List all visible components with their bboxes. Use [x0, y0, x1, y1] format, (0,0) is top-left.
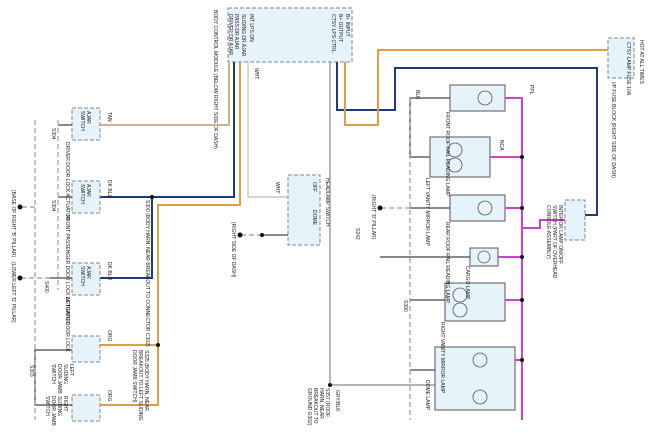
switch-label: DRIVER DOOR LOCK ACTUATOR: [64, 142, 70, 221]
lamp-label: DOME LAMP: [424, 380, 430, 411]
front-reading-lamp: [449, 84, 506, 112]
wire-label: BLK: [414, 90, 420, 100]
bcm-pin: INT LPS ON: [248, 14, 254, 42]
lamp-label: RIGHT VANITY MIRROR LAMP: [439, 322, 445, 394]
wire-org: [100, 62, 241, 406]
ground-label: (RIGHT 'D' PILLAR): [370, 195, 376, 240]
splice-label-s304: S304: [50, 200, 56, 212]
right-vanity-lamp: [444, 282, 506, 322]
splice-label-s357: S357 (ROOF HARN, NEAR BREAKOUT TO GROUND…: [306, 388, 330, 426]
off-label: OFF: [311, 182, 317, 192]
headlamp-wire-label: WHT: [274, 182, 280, 193]
wire-label: TAN: [106, 112, 112, 122]
splice-label: S390: [402, 300, 408, 312]
splice-label: S300 (BODY HARN, NEAR BREAKOUT TO CONNEC…: [144, 200, 150, 347]
wire-label: DK BLU: [106, 262, 112, 280]
wire-label: ORG: [106, 390, 112, 402]
ajar-switch-label: AJAR SWITCH: [79, 266, 91, 286]
splice-label-s304: S304: [50, 128, 56, 140]
dome-label: DOME: [311, 210, 317, 226]
ground-label: (LOWER LEFT 'D' PILLAR): [10, 262, 16, 323]
rear-reading-lamp: [449, 194, 506, 222]
ground-label: (BASE OF RIGHT 'B' PILLAR): [10, 190, 16, 257]
bcm-pin: B+ INPUT: [344, 14, 350, 37]
splice-s357: [328, 383, 332, 387]
ground-g300: [237, 232, 243, 238]
bcm-pin: SLIDING DR AJAR: [240, 14, 246, 57]
splice-label-s325: S325 (BODY HARN, NEAR BREAKOUT TO LEFT S…: [131, 350, 149, 421]
splice-label-s400: S400: [43, 281, 49, 293]
switch-label: LEFT SLIDING DOOR JAMB SWITCH: [50, 364, 74, 394]
wire-label: GRY/BLK: [334, 390, 340, 412]
switch-label: LIFTGATE DOOR LOCK: [64, 297, 70, 353]
ground-g302: [17, 204, 23, 210]
wire-label: DK BLU: [106, 180, 112, 198]
hot-label: HOT AT ALL TIMES: [638, 40, 644, 85]
lamp-ground-dashed: [380, 98, 411, 420]
wire-label: PPL: [528, 85, 534, 95]
lamp-label: CARGO LAMP: [464, 266, 470, 300]
ground-g302b: [377, 205, 383, 211]
wire-wht: [247, 62, 288, 198]
ground-label: (RIGHT SIDE OF DASH): [230, 222, 236, 278]
fuse-block-label: I/P FUSE BLOCK (RIGHT SIDE OF DASH): [610, 82, 616, 178]
bcm-pin: B+ OUTPUT: [337, 14, 343, 42]
left-vanity-lamp: [429, 136, 491, 178]
bcm-pin: DRIVER DR AJAR: [227, 14, 233, 56]
wire-tan: [100, 62, 230, 126]
splice-s242: [260, 233, 264, 237]
fuse-label: CTSY LAMP FUSE 10A: [625, 42, 631, 96]
wire-label: NCA: [498, 140, 504, 151]
switch-label: RIGHT SLIDING DOOR JAMB SWITCH: [44, 396, 68, 426]
switch-column: [71, 107, 101, 422]
bcm-label: BODY CONTROL MODULE (BELOW RIGHT SIDE OF…: [212, 10, 218, 149]
splice-s325: [156, 343, 160, 347]
bcm-pin: CTSY LPS CTRL: [330, 14, 336, 53]
lamp-label: LEFT VANITY MIRROR LAMP: [424, 178, 430, 246]
lamp-label: REAR ROOF RAIL READING LAMP: [444, 222, 450, 304]
wire-label-wht: WHT: [253, 68, 259, 79]
splice-label-s303: S303: [28, 365, 34, 377]
wire-label: ORG: [106, 330, 112, 342]
lamp-label: FRONT ROOF RAIL READING LAMP: [444, 112, 450, 197]
splice-label: S242: [354, 228, 360, 240]
ajar-switch-label: AJAR SWITCH: [79, 111, 91, 131]
interior-switch-label: INTERIOR LAMP ON/OFF SWITCH (PART OF OVE…: [545, 205, 563, 279]
splice-s300: [150, 195, 154, 199]
ajar-switch-label: AJAR SWITCH: [79, 184, 91, 204]
ground-g401: [17, 275, 23, 281]
dome-lamp: [434, 346, 516, 411]
headlamp-label: HEADLAMP SWITCH: [324, 178, 330, 227]
interior-lamp-switch: [564, 199, 586, 241]
